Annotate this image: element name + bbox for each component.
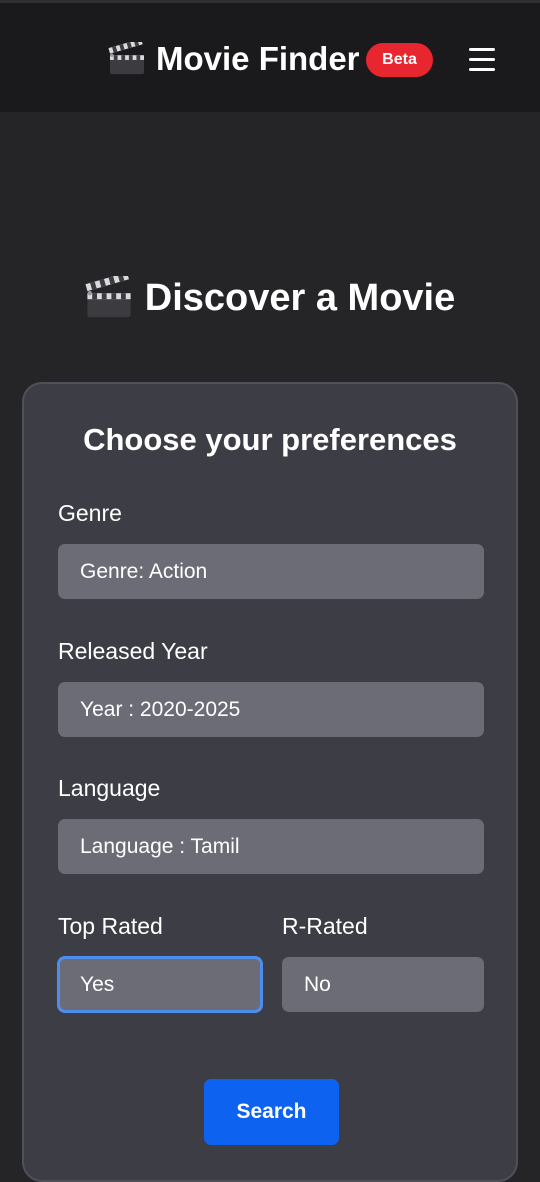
- brand[interactable]: Movie Finder: [108, 37, 360, 81]
- top-rated-select[interactable]: Yes: [58, 957, 262, 1012]
- clapperboard-icon: [85, 276, 133, 320]
- card-title: Choose your preferences: [83, 422, 457, 457]
- page-title: Discover a Movie: [0, 276, 540, 320]
- brand-title: Movie Finder: [156, 40, 360, 77]
- top-navbar: Movie Finder Beta: [0, 0, 540, 112]
- genre-label: Genre: [58, 500, 122, 526]
- page-title-text: Discover a Movie: [144, 276, 456, 319]
- search-button[interactable]: Search: [204, 1079, 339, 1145]
- hamburger-menu-icon[interactable]: [466, 43, 498, 75]
- year-label: Released Year: [58, 638, 208, 664]
- clapperboard-icon: [108, 42, 146, 76]
- r-rated-label: R-Rated: [282, 913, 368, 939]
- beta-badge: Beta: [366, 43, 433, 77]
- preferences-card: Choose your preferences Genre Genre: Act…: [22, 382, 518, 1182]
- language-label: Language: [58, 775, 161, 801]
- top-rated-label: Top Rated: [58, 913, 163, 939]
- genre-select[interactable]: Genre: Action: [58, 544, 484, 599]
- r-rated-select[interactable]: No: [282, 957, 484, 1012]
- language-select[interactable]: Language : Tamil: [58, 819, 484, 874]
- year-select[interactable]: Year : 2020-2025: [58, 682, 484, 737]
